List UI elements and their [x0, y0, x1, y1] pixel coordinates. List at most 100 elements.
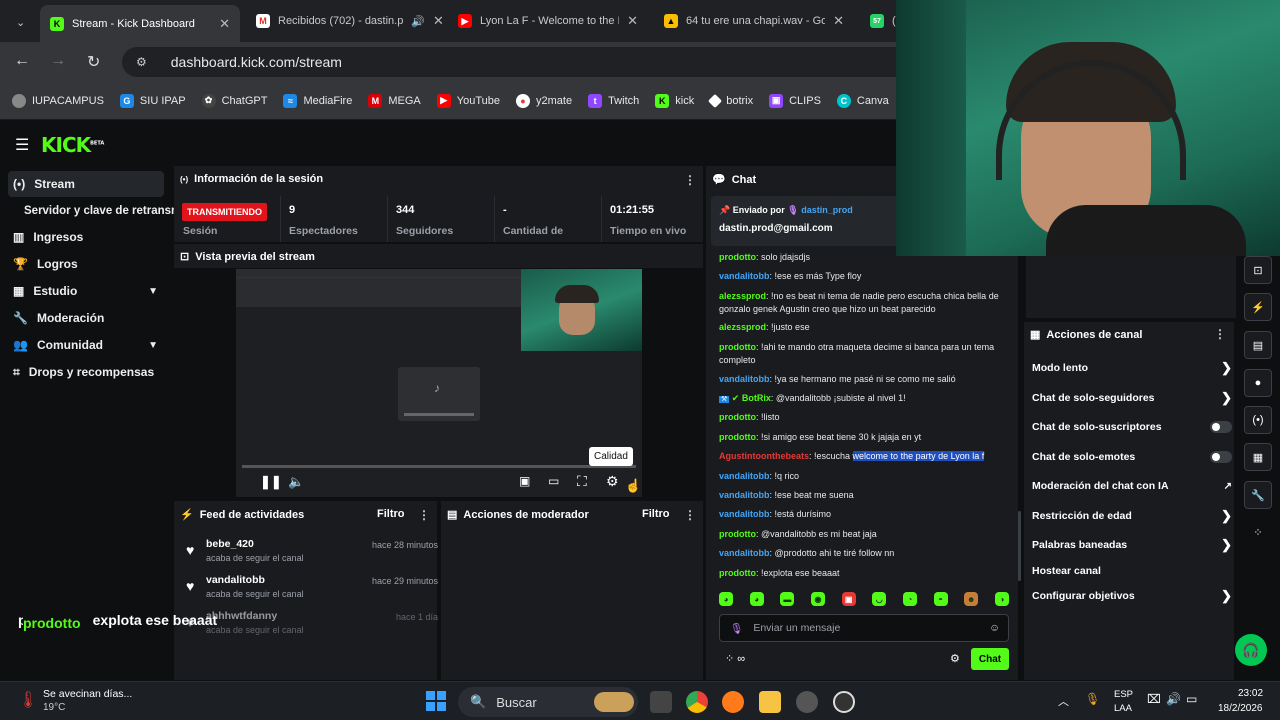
- tab-drive[interactable]: ▲ 64 tu ere una chapi.wav - Goo ✕: [654, 6, 854, 36]
- emote-icon[interactable]: ☻: [964, 592, 979, 606]
- chrome-icon[interactable]: [686, 691, 708, 713]
- battery-icon[interactable]: ▭: [1186, 692, 1197, 706]
- bookmark-mediafire[interactable]: ≈ MediaFire: [283, 93, 352, 108]
- pinned-message[interactable]: 📌 Enviado por 🎙 dastin_prod dastin.prod@…: [711, 196, 921, 246]
- volume-icon[interactable]: 🔈: [288, 474, 304, 490]
- bookmark-chatgpt[interactable]: ✿ ChatGPT: [201, 93, 267, 108]
- points-icon[interactable]: ⁘ ∞: [725, 652, 745, 665]
- emote-icon[interactable]: ◓: [933, 592, 948, 606]
- address-bar[interactable]: ⚙ dashboard.kick.com/stream: [122, 47, 1022, 77]
- kick-logo[interactable]: KICKBETA: [41, 133, 104, 157]
- close-tab-icon[interactable]: ✕: [833, 13, 844, 29]
- bookmark-y2mate[interactable]: ● y2mate: [515, 93, 572, 108]
- stream-video[interactable]: ♪ ❚❚ 🔈 ▣ ▭ ⛶ ⚙: [236, 269, 642, 497]
- document-icon[interactable]: ▤: [1244, 331, 1272, 359]
- emote-icon[interactable]: ▣: [841, 592, 856, 606]
- microphone-icon[interactable]: 🎙: [1085, 692, 1100, 706]
- broadcast-icon[interactable]: (•): [1244, 406, 1272, 434]
- chat-send-button[interactable]: Chat: [971, 648, 1009, 670]
- obs-icon[interactable]: [796, 691, 818, 713]
- bookmark-botrix[interactable]: botrix: [708, 93, 753, 108]
- pip-icon[interactable]: ▣: [519, 474, 530, 488]
- network-icon[interactable]: ⌧: [1147, 692, 1161, 706]
- weather-text[interactable]: Se avecinan días...: [43, 688, 132, 700]
- emote-icon[interactable]: ◔: [902, 592, 917, 606]
- toggle-switch[interactable]: [1210, 451, 1232, 463]
- sidebar-item-stream[interactable]: (•) Stream: [8, 171, 164, 197]
- toggle-switch[interactable]: [1210, 421, 1232, 433]
- bookmark-kick[interactable]: Kkick: [655, 93, 694, 108]
- kebab-menu-icon[interactable]: ⋮: [684, 508, 696, 522]
- chat-settings-gear-icon[interactable]: ⚙: [950, 652, 960, 665]
- bookmark-clips[interactable]: ▣ CLIPS: [769, 93, 821, 108]
- chevron-up-icon[interactable]: ︿: [1058, 693, 1069, 709]
- sidebar-item-moderacion[interactable]: 🔧 Moderación: [8, 305, 164, 331]
- site-settings-icon[interactable]: ⚙: [136, 55, 147, 69]
- video-progress-bar[interactable]: [242, 465, 636, 468]
- chat-message-input[interactable]: 🎙 Enviar un mensaje ☺: [719, 614, 1009, 642]
- bookmark-youtube[interactable]: ▶ YouTube: [436, 93, 500, 108]
- action-palabras-baneadas[interactable]: Palabras baneadas ❯: [1032, 535, 1232, 555]
- emote-icon[interactable]: ◕: [719, 592, 733, 606]
- action-hostear-canal[interactable]: Hostear canal: [1032, 561, 1232, 581]
- sidebar-item-ingresos[interactable]: ▥ Ingresos: [8, 224, 164, 250]
- file-explorer-icon[interactable]: [759, 691, 781, 713]
- focus-icon[interactable]: ⊡: [1244, 256, 1272, 284]
- menu-icon[interactable]: ☰: [15, 135, 29, 155]
- wrench-icon[interactable]: 🔧: [1244, 481, 1272, 509]
- close-tab-icon[interactable]: ✕: [627, 13, 638, 29]
- tab-kick-dashboard[interactable]: K Stream - Kick Dashboard ✕: [40, 5, 240, 42]
- chat-bubble-icon[interactable]: ●: [1244, 369, 1272, 397]
- kebab-menu-icon[interactable]: ⋮: [684, 173, 696, 187]
- support-headset-icon[interactable]: 🎧: [1235, 634, 1267, 666]
- forward-icon[interactable]: →: [50, 52, 66, 70]
- bookmark-mega[interactable]: M MEGA: [368, 93, 421, 108]
- fl-studio-icon[interactable]: [722, 691, 744, 713]
- volume-icon[interactable]: 🔊: [1166, 692, 1181, 706]
- bookmark-canva[interactable]: C Canva: [836, 93, 889, 108]
- back-icon[interactable]: ←: [14, 52, 30, 70]
- action-configurar-objetivos[interactable]: Configurar objetivos ❯: [1032, 586, 1232, 606]
- sidebar-item-server-key[interactable]: Servidor y clave de retransm: [19, 198, 181, 224]
- emote-icon[interactable]: ◑: [994, 592, 1009, 606]
- task-view-icon[interactable]: [650, 691, 672, 713]
- sidebar-item-logros[interactable]: 🏆 Logros: [8, 251, 164, 277]
- tab-gmail[interactable]: M Recibidos (702) - dastin.p 🔊 ✕: [246, 6, 442, 36]
- close-tab-icon[interactable]: ✕: [433, 13, 442, 29]
- grid-icon[interactable]: ▦: [1244, 443, 1272, 471]
- language-indicator[interactable]: ESP: [1114, 689, 1133, 700]
- lightning-icon[interactable]: ⚡: [1244, 293, 1272, 321]
- fullscreen-icon[interactable]: ⛶: [577, 473, 587, 490]
- kebab-menu-icon[interactable]: ⋮: [418, 508, 430, 522]
- emoji-icon[interactable]: ☺: [989, 622, 1000, 634]
- bookmark-iupacampus[interactable]: IUPACAMPUS: [12, 93, 104, 108]
- tab-search-dropdown[interactable]: ⌄: [6, 7, 34, 37]
- pause-icon[interactable]: ❚❚: [260, 474, 282, 490]
- sidebar-item-drops[interactable]: ⌗ Drops y recompensas: [8, 359, 164, 385]
- close-tab-icon[interactable]: ✕: [219, 16, 230, 32]
- action-moderacion-ia[interactable]: Moderación del chat con IA ↗: [1032, 476, 1232, 496]
- action-restriccion-edad[interactable]: Restricción de edad ❯: [1032, 506, 1232, 526]
- chat-scrollbar[interactable]: [1018, 511, 1021, 581]
- bookmark-twitch[interactable]: t Twitch: [588, 93, 639, 108]
- kebab-menu-icon[interactable]: ⋮: [1214, 327, 1226, 341]
- reload-icon[interactable]: ↻: [87, 52, 100, 72]
- modactions-filter-button[interactable]: Filtro: [642, 508, 670, 520]
- points-icon[interactable]: ⁘: [1244, 518, 1272, 546]
- emote-icon[interactable]: ◉: [810, 592, 825, 606]
- bookmark-siu-ipap[interactable]: G SIU IPAP: [119, 93, 186, 108]
- windows-start-icon[interactable]: [426, 691, 446, 711]
- tab-youtube[interactable]: ▶ Lyon La F - Welcome to the P ✕: [448, 6, 648, 36]
- feed-filter-button[interactable]: Filtro: [377, 508, 405, 520]
- tab-whatsapp[interactable]: 57 (5: [860, 6, 896, 36]
- media-player-icon[interactable]: [833, 691, 855, 713]
- action-solo-seguidores[interactable]: Chat de solo-seguidores ❯: [1032, 388, 1232, 408]
- emote-icon[interactable]: ◡: [872, 592, 887, 606]
- sidebar-item-comunidad[interactable]: 👥 Comunidad ▼: [8, 332, 164, 358]
- sidebar-item-estudio[interactable]: ▦ Estudio ▼: [8, 278, 164, 304]
- emote-icon[interactable]: ◕: [749, 592, 764, 606]
- clock-time[interactable]: 23:02: [1238, 688, 1263, 699]
- taskbar-search[interactable]: 🔍 Buscar: [458, 687, 638, 717]
- action-modo-lento[interactable]: Modo lento ❯: [1032, 358, 1232, 378]
- emote-icon[interactable]: ▬: [780, 592, 795, 606]
